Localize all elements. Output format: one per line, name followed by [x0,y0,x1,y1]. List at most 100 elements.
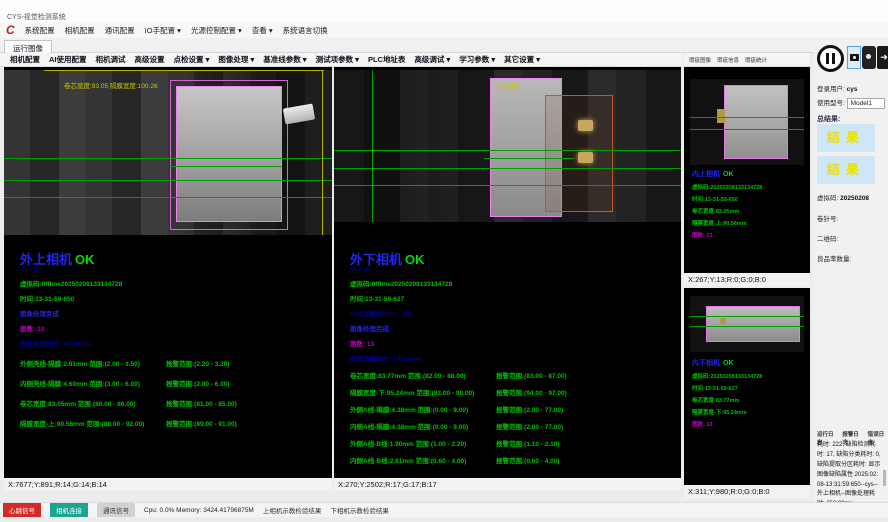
model-label: 使用型号: [817,100,845,107]
measure-value: 外侧A线-B线:1.90mm 范围:(1.00 - 2.20) [350,438,492,448]
menu-item-system-config[interactable]: 系统配置 [25,25,55,36]
camera3-image-view[interactable] [690,79,804,165]
measure-row: 外侧A线-隔膜:4.38mm 范围:(0.00 - 9.00)报警范围:(2.0… [350,404,681,414]
camera1-measure-line [4,158,332,159]
measure-value: 卷芯宽度:83.77mm 范围:(82.00 - 88.00) [350,370,492,380]
camera4-line: 虚拟码:20250208133134728 [692,372,762,380]
virtual-barcode-value: 20250208 [840,195,869,202]
camera2-result-block: 外下相机OK MES:B:0 虚拟码:0ffline20250208133134… [334,253,681,465]
measure-value: 内侧A线-B线:2.61mm 范围:(0.60 - 4.00) [350,455,492,465]
menu-item-language-switch[interactable]: 系统语言切换 [283,25,328,36]
tool-test-item-params[interactable]: 测试项参数 ▾ [316,54,359,65]
measure-row: 内侧A线-B线:2.61mm 范围:(0.60 - 4.00) 报警范围:(0.6… [350,455,681,465]
alarm-range: 报警范围:(2.20 - 3.20) [166,358,230,368]
camera4-header: 内下相机OK [692,358,762,368]
camera2-frame-count: 图数: 13 [350,338,681,348]
camera3-pixel-coordinates: X:267;Y:13;R:0;G:0;B:0 [684,273,810,286]
tab-defect-info[interactable]: 瑕疵信息 [717,56,739,64]
camera1-barcode: 虚拟码:0ffline20250208133134728 [20,278,332,288]
camera2-measure-line [334,185,681,186]
lower-camera-teach-result-button[interactable]: 下相机示教检验结果 [330,505,389,515]
camera1-process-elapsed: 图像处理耗时: 298.00ms [20,338,332,348]
light-toggle-button[interactable] [862,46,876,69]
camera4-measure-line [690,326,804,327]
camera3-status-badge: OK [723,171,734,178]
camera1-process-done: 图像处理完成 [20,308,332,318]
upper-camera-teach-result-button[interactable]: 上相机示教检验结果 [263,505,322,515]
camera4-status-badge: OK [723,360,734,367]
camera2-mes-status: MES:B:0 [350,267,681,273]
camera1-image-view[interactable]: 卷芯宽度:93.05 隔膜宽度:100.26 [4,70,332,235]
camera3-line: 隔膜宽度-上:90.56mm [692,219,762,227]
camera1-measure-line [4,180,332,181]
menu-item-light-control-config[interactable]: 光源控制配置 ▾ [191,25,242,36]
app-window: CYS-视觉检测系统 C 系统配置 相机配置 通讯配置 IO手配置 ▾ 光源控制… [0,0,888,522]
titlebar: CYS-视觉检测系统 [0,0,888,22]
qrcode-label: 二维码: [817,233,838,243]
tool-advanced-debug[interactable]: 高级调试 ▾ [414,54,450,65]
measure-row: 外侧壳线-隔膜:2.91mm 范围:(2.00 - 3.50)报警范围:(2.2… [20,358,332,368]
window-title: CYS-视觉检测系统 [7,12,66,22]
camera3-panel: 内上相机OK 虚拟码:20250208133134728 时间:13-31-59… [684,67,810,286]
camera4-measure-line [690,316,804,317]
camera2-process-elapsed: 图像处理耗时: 140.00ms [350,353,681,363]
alarm-range: 报警范围:(0.60 - 4.00) [496,455,560,465]
measure-value: 隔膜宽度-下:95.24mm 范围:(93.00 - 98.00) [350,387,492,397]
tool-advanced-settings[interactable]: 高级设置 [135,54,165,65]
measure-value: 内侧壳线-隔膜:4.60mm 范围:(3.00 - 6.00) [20,378,162,388]
camera-view-button[interactable] [847,46,861,69]
menu-item-comm-config[interactable]: 通讯配置 [105,25,135,36]
camera3-line: 卷芯宽度:83.05mm [692,207,762,215]
tab-bar: 运行图像 [0,38,888,53]
tool-baseline-params[interactable]: 基准线参数 ▾ [263,54,306,65]
exit-button[interactable]: ➜ [877,46,888,69]
camera4-pixel-coordinates: X:311;Y:980;R:0;G:0;B:0 [684,485,810,498]
tool-ai-usage-config[interactable]: AI使用配置 [49,54,87,65]
login-user-label: 登录用户: [817,86,845,93]
comm-signal-indicator: 通讯信号 [97,503,135,517]
camera3-measure-line [690,129,804,130]
yield-count-label: 良品率数量: [817,253,851,263]
camera2-image-view[interactable]: AI检测框 [334,70,681,222]
alarm-range: 报警范围:(94.00 - 97.00) [496,387,567,397]
camera4-defect-marker [720,318,726,324]
tool-other-settings[interactable]: 其它设置 ▾ [504,54,540,65]
camera1-measure-rows: 外侧壳线-隔膜:2.91mm 范围:(2.00 - 3.50)报警范围:(2.2… [4,358,332,428]
log-scrollbar[interactable] [883,470,886,486]
tool-camera-config[interactable]: 相机配置 [10,54,40,65]
camera2-ai-box-label: AI检测框 [494,80,520,90]
pause-button[interactable] [817,45,844,72]
camera2-vertical-guideline [372,70,373,222]
tool-plc-address-table[interactable]: PLC地址表 [368,54,406,65]
tool-camera-debug[interactable]: 相机调试 [96,54,126,65]
total-result-label: 总结果: [817,114,840,124]
statusbar: 心跳信号 相机连接 通讯信号 Cpu: 0.0% Memory: 3424.41… [0,502,888,517]
model-select[interactable]: Model1 [847,98,885,109]
camera2-measure-line [334,168,681,169]
result-box-upper: 结果 [817,124,875,152]
camera4-image-view[interactable] [690,296,804,352]
camera4-title: 内下相机 [692,360,720,367]
tab-defect-image[interactable]: 瑕疵图像 [689,56,711,64]
heartbeat-indicator: 心跳信号 [3,503,41,517]
measure-value: 隔膜宽度-上:90.56mm 范围:(88.00 - 92.00) [20,418,162,428]
camera1-measure-line-short [170,166,282,167]
tab-defect-stats[interactable]: 瑕疵统计 [745,56,767,64]
measure-row: 外侧A线-B线:1.90mm 范围:(1.00 - 2.20)报警范围:(1.1… [350,438,681,448]
camera-link-indicator: 相机连接 [50,503,88,517]
menu-item-camera-config[interactable]: 相机配置 [65,25,95,36]
camera3-result-block: 内上相机OK 虚拟码:20250208133134728 时间:13-31-59… [692,169,762,239]
tool-spot-check-settings[interactable]: 点检设置 ▾ [174,54,210,65]
tool-image-processing[interactable]: 图像处理 ▾ [218,54,254,65]
tool-learning-params[interactable]: 学习参数 ▾ [459,54,495,65]
needle-number-label: 卷针号: [817,213,838,223]
measure-row: 卷芯宽度:83.05mm 范围:(80.00 - 86.00)报警范围:(81.… [20,398,332,408]
cpu-memory-status: Cpu: 0.0% Memory: 3424.41796875M [144,507,254,514]
camera3-title: 内上相机 [692,171,720,178]
measure-value: 内侧A线-隔膜:4.38mm 范围:(0.00 - 9.00) [350,421,492,431]
alarm-range: 报警范围:(81.00 - 85.00) [166,398,237,408]
camera3-frame-count: 图数: 13 [692,231,762,239]
menu-item-view[interactable]: 查看 ▾ [252,25,273,36]
camera1-header: 外上相机OK [20,253,332,267]
menu-item-io-config[interactable]: IO手配置 ▾ [145,25,181,36]
